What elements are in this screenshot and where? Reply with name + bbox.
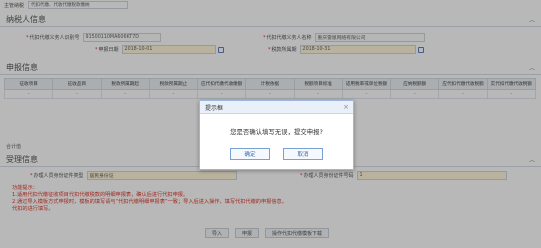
close-icon[interactable]: × [343,103,349,111]
confirm-button[interactable]: 确定 [230,148,270,160]
dialog-message: 您是否确认填写无误，提交申报? [230,127,323,136]
cancel-button[interactable]: 取消 [283,148,323,160]
confirm-dialog: 提示框 × 您是否确认填写无误，提交申报? 确定 取消 [199,100,354,170]
dialog-buttons: 确定 取消 [200,148,353,160]
dialog-header: 提示框 × [200,101,353,114]
dialog-title: 提示框 [205,104,224,112]
